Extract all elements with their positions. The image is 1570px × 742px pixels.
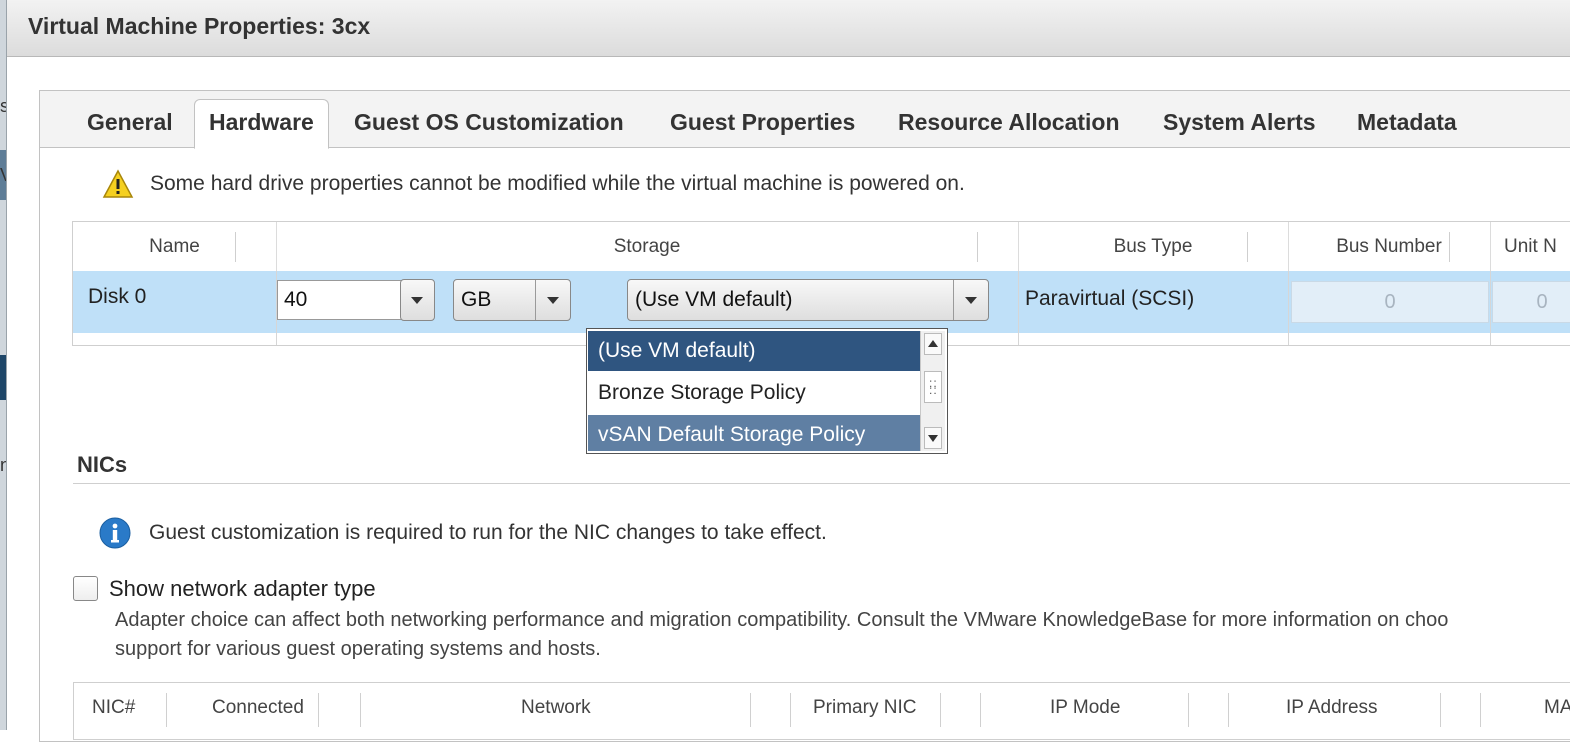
adapter-help-text: Adapter choice can affect both networkin… [115,609,1449,660]
storage-policy-dropdown-list[interactable]: (Use VM default) Bronze Storage Policy v… [586,328,948,454]
tab-bar: General Hardware Guest OS Customization … [40,91,1570,149]
column-header-unit-number[interactable]: Unit N [1490,222,1570,272]
disk-size-input[interactable]: 40 [277,280,401,320]
table-row[interactable]: Disk 0 40 GB (Use VM default) Paravirtua… [72,271,1570,333]
tab-resource-allocation[interactable]: Resource Allocation [884,103,1134,147]
storage-policy-select[interactable]: (Use VM default) [627,279,989,321]
tab-general[interactable]: General [73,103,187,147]
bus-number-field: 0 [1291,281,1489,323]
hard-disk-table-header: Name Storage Bus Type Bus Number Unit N [72,221,1570,273]
column-header-ip-address[interactable]: IP Address [1286,697,1378,719]
disk-size-stepper-dropdown[interactable] [400,279,435,321]
column-resize-handle[interactable] [318,693,319,727]
chevron-down-icon [965,297,977,304]
chevron-up-icon [928,340,938,347]
column-resize-handle[interactable] [750,693,751,727]
column-resize-handle[interactable] [1188,693,1189,727]
dropdown-option[interactable]: (Use VM default) [588,331,920,371]
column-header-network[interactable]: Network [521,697,591,719]
show-adapter-type-label[interactable]: Show network adapter type [109,576,376,602]
dropdown-option[interactable]: Bronze Storage Policy [588,373,920,413]
tab-metadata[interactable]: Metadata [1343,103,1471,147]
chevron-down-icon [928,435,938,442]
chevron-down-icon [547,297,559,304]
tab-system-alerts[interactable]: System Alerts [1149,103,1330,147]
column-header-mac[interactable]: MA [1544,697,1570,719]
dialog-titlebar[interactable]: Virtual Machine Properties: 3cx [7,0,1570,57]
dropdown-option[interactable]: vSAN Default Storage Policy [588,415,920,451]
info-text: Guest customization is required to run f… [149,521,827,544]
chevron-down-icon [411,297,423,304]
nics-section-title: NICs [77,452,128,477]
column-resize-handle[interactable] [1449,232,1450,262]
column-header-bus-number[interactable]: Bus Number [1288,222,1491,272]
scroll-up-button[interactable] [924,333,942,355]
disk-size-unit-select[interactable]: GB [453,279,571,321]
tab-hardware[interactable]: Hardware [194,99,329,149]
dropdown-scrollbar[interactable]: :::: [920,331,945,451]
column-resize-handle[interactable] [977,232,978,262]
disk-name: Disk 0 [88,285,147,308]
scroll-down-button[interactable] [924,427,942,449]
column-header-storage[interactable]: Storage [276,222,1019,272]
column-header-primary-nic[interactable]: Primary NIC [813,697,916,719]
nic-table-header: NIC# Connected Network Primary NIC IP Mo… [73,682,1570,740]
warning-text: Some hard drive properties cannot be mod… [150,172,965,195]
grip-icon: :::: [929,376,938,397]
bus-type-value: Paravirtual (SCSI) [1025,287,1195,310]
column-resize-handle[interactable] [1440,693,1441,727]
show-adapter-type-checkbox[interactable] [73,576,98,601]
section-divider [73,483,1570,484]
column-resize-handle[interactable] [1247,232,1248,262]
column-header-nic-number[interactable]: NIC# [92,697,135,719]
tab-guest-properties[interactable]: Guest Properties [656,103,869,147]
column-header-name[interactable]: Name [73,222,277,272]
column-header-connected[interactable]: Connected [212,697,304,719]
warning-icon [102,169,134,198]
column-resize-handle[interactable] [940,693,941,727]
column-resize-handle[interactable] [235,232,236,262]
info-icon [99,517,131,549]
tab-guest-os-customization[interactable]: Guest OS Customization [340,103,638,147]
column-header-ip-mode[interactable]: IP Mode [1050,697,1120,719]
column-resize-handle[interactable] [166,693,167,727]
unit-number-field: 0 [1492,281,1570,323]
dialog-title: Virtual Machine Properties: 3cx [28,13,371,39]
scrollbar-thumb[interactable]: :::: [924,371,942,403]
column-header-bus-type[interactable]: Bus Type [1018,222,1289,272]
